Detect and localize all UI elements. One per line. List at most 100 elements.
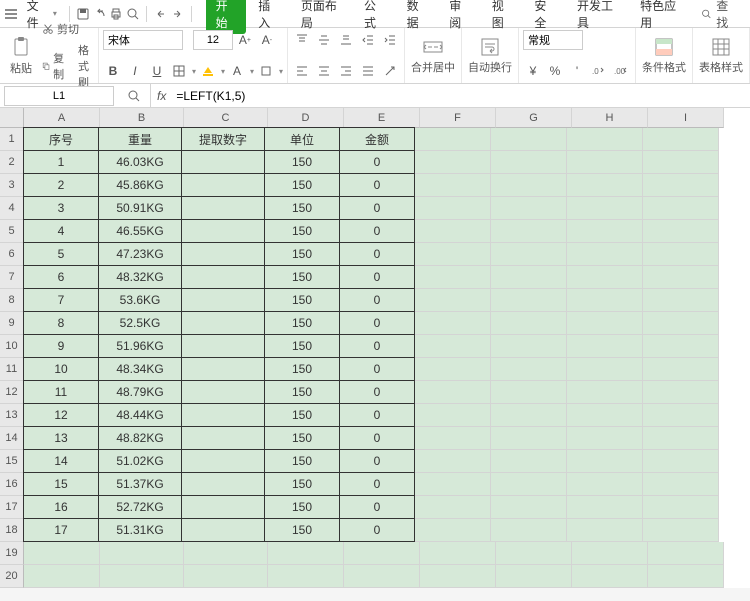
cell[interactable]: 16 [23,495,99,519]
decimal-decrease-icon[interactable]: .00 [611,61,631,81]
cell[interactable]: 0 [339,219,415,243]
cell[interactable] [181,219,265,243]
cell[interactable]: 51.31KG [98,518,182,542]
table-style-button[interactable]: 表格样式 [693,28,750,83]
cell[interactable] [415,427,491,450]
cell[interactable]: 8 [23,311,99,335]
cell[interactable] [491,128,567,151]
select-all-corner[interactable] [0,108,24,128]
cell[interactable] [491,473,567,496]
cell[interactable] [567,174,643,197]
cell[interactable] [181,311,265,335]
cell[interactable]: 150 [264,219,340,243]
cell[interactable] [567,266,643,289]
redo-arrow-icon[interactable] [170,6,185,22]
bold-button[interactable]: B [103,61,123,81]
cell[interactable] [415,266,491,289]
font-size-select[interactable] [193,30,233,50]
cell[interactable] [491,496,567,519]
row-header[interactable]: 5 [0,220,24,243]
fill-color-button[interactable] [198,61,218,81]
cell[interactable] [181,403,265,427]
cell[interactable]: 5 [23,242,99,266]
name-box[interactable] [4,86,114,106]
cell[interactable] [567,519,643,542]
row-header[interactable]: 14 [0,427,24,450]
align-right-icon[interactable] [336,61,356,81]
cell[interactable] [181,288,265,312]
cell[interactable] [567,427,643,450]
cell[interactable] [643,450,719,473]
row-header[interactable]: 7 [0,266,24,289]
row-header[interactable]: 10 [0,335,24,358]
cell[interactable] [415,358,491,381]
cell[interactable] [24,542,100,565]
cell[interactable] [100,542,184,565]
cell[interactable] [643,496,719,519]
row-header[interactable]: 15 [0,450,24,473]
align-left-icon[interactable] [292,61,312,81]
merge-button[interactable]: 合并居中 [405,28,462,83]
cell[interactable]: 重量 [98,127,182,151]
cell[interactable]: 0 [339,334,415,358]
cell[interactable] [567,151,643,174]
preview-icon[interactable] [126,6,141,22]
cell[interactable] [420,565,496,588]
cell[interactable]: 150 [264,495,340,519]
copy-button[interactable]: 复制 [38,48,72,84]
decimal-increase-icon[interactable]: .0 [589,61,609,81]
cell[interactable]: 12 [23,403,99,427]
row-header[interactable]: 6 [0,243,24,266]
cell[interactable] [181,334,265,358]
cell[interactable]: 52.5KG [98,311,182,335]
cell[interactable]: 150 [264,518,340,542]
cell[interactable]: 150 [264,426,340,450]
paste-button[interactable]: 粘贴 [4,33,38,78]
cell[interactable]: 0 [339,265,415,289]
highlight-button[interactable] [256,61,276,81]
cell[interactable]: 52.72KG [98,495,182,519]
chevron-down-icon[interactable]: ▾ [279,67,283,76]
cell[interactable]: 0 [339,426,415,450]
cell[interactable]: 45.86KG [98,173,182,197]
cell[interactable]: 10 [23,357,99,381]
cell[interactable]: 51.96KG [98,334,182,358]
cell[interactable]: 51.02KG [98,449,182,473]
cell[interactable] [496,565,572,588]
indent-decrease-icon[interactable] [358,30,378,50]
cell[interactable] [181,196,265,220]
cell[interactable] [491,266,567,289]
orientation-icon[interactable] [380,61,400,81]
cell[interactable] [181,242,265,266]
cell[interactable] [100,565,184,588]
col-header[interactable]: B [100,108,184,128]
cell[interactable]: 7 [23,288,99,312]
wrap-button[interactable]: 自动换行 [462,28,519,83]
cell[interactable] [420,542,496,565]
grid[interactable]: ABCDEFGHI 序号重量提取数字单位金额146.03KG1500245.86… [24,108,750,588]
cell[interactable] [181,449,265,473]
cell[interactable]: 46.03KG [98,150,182,174]
row-header[interactable]: 17 [0,496,24,519]
percent-icon[interactable]: % [545,61,565,81]
cell[interactable]: 150 [264,357,340,381]
cell[interactable]: 48.44KG [98,403,182,427]
cell[interactable]: 9 [23,334,99,358]
italic-button[interactable]: I [125,61,145,81]
cell[interactable] [181,495,265,519]
cell[interactable]: 0 [339,311,415,335]
cell[interactable]: 序号 [23,127,99,151]
cell[interactable] [648,565,724,588]
cell[interactable]: 提取数字 [181,127,265,151]
cell[interactable]: 1 [23,150,99,174]
cell[interactable] [643,197,719,220]
justify-icon[interactable] [358,61,378,81]
cell[interactable]: 0 [339,357,415,381]
row-header[interactable]: 12 [0,381,24,404]
cell[interactable]: 0 [339,242,415,266]
align-bottom-icon[interactable] [336,30,356,50]
cell[interactable] [567,473,643,496]
cell[interactable]: 50.91KG [98,196,182,220]
cell[interactable] [181,380,265,404]
chevron-down-icon[interactable]: ▾ [250,67,254,76]
